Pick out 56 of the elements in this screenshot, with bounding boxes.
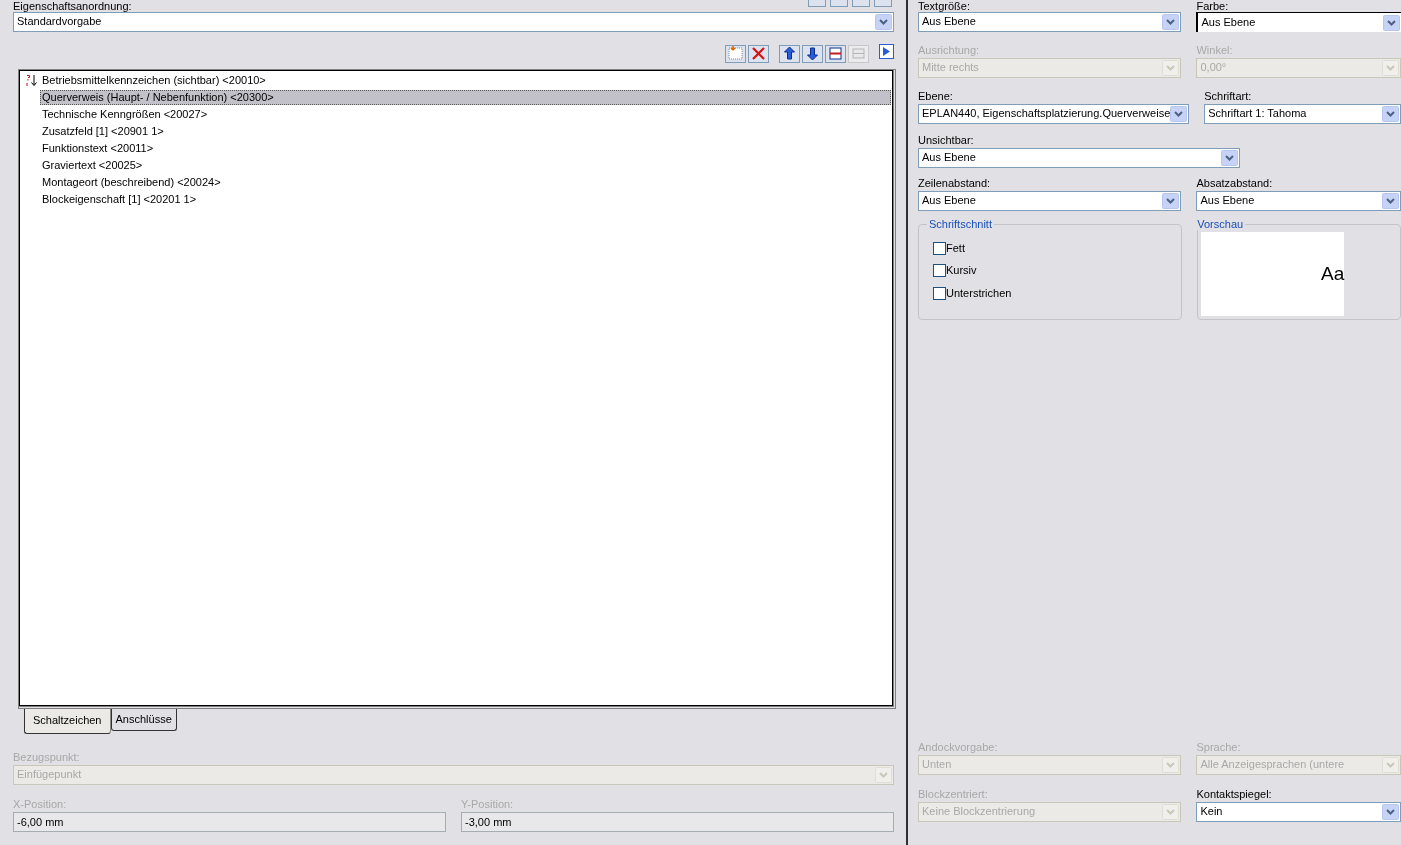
field-label: Eigenschaftsanordnung:	[13, 0, 132, 14]
field-label: Unsichtbar:	[918, 134, 975, 148]
preview-text: Aa	[1321, 262, 1345, 286]
new-item-icon	[726, 45, 745, 62]
list-item[interactable]: Blockeigenschaft [1] <20201 1>	[40, 191, 199, 208]
toolbar-button[interactable]	[779, 44, 800, 63]
field-label: Zeilenabstand:	[918, 177, 992, 191]
field-label: Farbe:	[1196, 0, 1230, 12]
list-item[interactable]: Montageort (beschreibend) <20024>	[40, 174, 223, 191]
toolbar-button[interactable]	[748, 44, 769, 63]
field-label: Ausrichtung:	[918, 44, 981, 58]
dropdown-field[interactable]: Schriftart 1: Tahoma	[1204, 104, 1401, 124]
checkbox-label: Unterstrichen	[946, 286, 1012, 300]
list-item[interactable]: Zusatzfeld [1] <20901 1>	[40, 123, 166, 140]
field-label: Y-Position:	[461, 798, 515, 812]
insert-row-icon	[826, 45, 845, 62]
checkbox-label: Kursiv	[946, 264, 977, 278]
dropdown-field[interactable]: Kein	[1196, 802, 1401, 822]
tab[interactable]: Schaltzeichen	[24, 709, 111, 734]
field-label: Bezugspunkt:	[13, 751, 81, 765]
checkbox[interactable]	[933, 241, 946, 255]
tab[interactable]: Anschlüsse	[110, 709, 177, 731]
field-label: Andockvorgabe:	[918, 741, 999, 755]
list-item[interactable]: Betriebsmittelkennzeichen (sichtbar) <20010>	[40, 72, 268, 89]
dropdown-field[interactable]: Aus Ebene	[1196, 12, 1401, 32]
dropdown-field[interactable]: Standardvorgabe	[13, 12, 894, 32]
group-title: Vorschau	[1195, 219, 1246, 230]
list-item[interactable]: Querverweis (Haupt- / Nebenfunktion) <20300>	[40, 89, 891, 106]
field-label: Kontaktspiegel:	[1196, 788, 1273, 802]
list-item[interactable]: Funktionstext <20011>	[40, 140, 156, 157]
play-icon	[882, 47, 891, 56]
dropdown-field[interactable]: Aus Ebene	[1196, 191, 1401, 211]
field-label: Textgröße:	[918, 0, 971, 12]
expand-button[interactable]	[879, 44, 894, 59]
checkbox-label: Fett	[946, 241, 965, 255]
dropdown-field[interactable]: Aus Ebene	[918, 191, 1182, 211]
sort-icon[interactable]	[26, 74, 38, 87]
dropdown-field[interactable]: Aus Ebene	[918, 12, 1182, 32]
toolbar-button[interactable]	[825, 44, 846, 63]
dropdown-field[interactable]: EPLAN440, Eigenschaftsplatzierung.Querverweise	[918, 104, 1190, 124]
row-icon	[849, 45, 868, 62]
field-label: Sprache:	[1196, 741, 1242, 755]
checkbox[interactable]	[933, 286, 946, 300]
checkbox[interactable]	[933, 264, 946, 278]
field-label: Absatzabstand:	[1196, 177, 1274, 191]
field-label: Ebene:	[918, 90, 954, 104]
field-label: Blockzentriert:	[918, 788, 989, 802]
group-title: Schriftschnitt	[927, 219, 994, 230]
list-item[interactable]: Graviertext <20025>	[40, 157, 145, 174]
delete-icon	[749, 45, 768, 62]
dropdown-field[interactable]: Aus Ebene	[918, 148, 1240, 168]
field-label: X-Position:	[13, 798, 68, 812]
toolbar-button[interactable]	[802, 44, 823, 63]
field-label: Winkel:	[1196, 44, 1234, 58]
field-label: Schriftart:	[1204, 90, 1253, 104]
list-item[interactable]: Technische Kenngrößen <20027>	[40, 106, 210, 123]
